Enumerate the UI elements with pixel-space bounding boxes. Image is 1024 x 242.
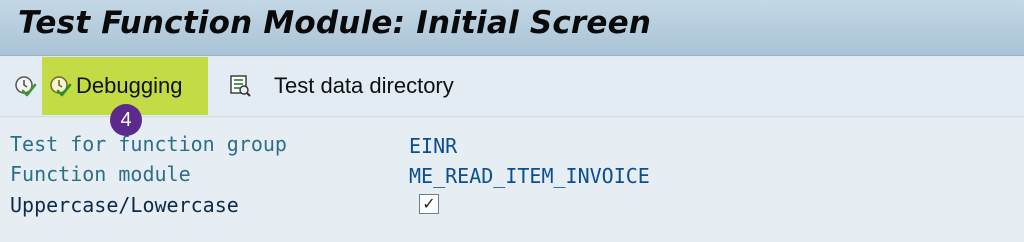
function-module-row: Function module <box>10 160 191 188</box>
selection-area: Test for function group EINR Function mo… <box>0 118 1024 242</box>
function-module-label: Function module <box>10 162 191 186</box>
uppercase-lowercase-row: Uppercase/Lowercase <box>10 191 239 219</box>
execute-button[interactable] <box>10 57 40 115</box>
application-toolbar: Debugging Test data directory <box>0 57 1024 117</box>
test-data-directory-button[interactable]: Test data directory <box>228 57 488 115</box>
checkmark-icon: ✓ <box>422 194 436 213</box>
test-data-directory-label: Test data directory <box>274 73 454 98</box>
debug-execute-icon <box>50 76 72 97</box>
uppercase-lowercase-label: Uppercase/Lowercase <box>10 193 239 217</box>
execute-icon <box>15 76 37 97</box>
title-bar: Test Function Module: Initial Screen <box>0 0 1024 56</box>
debugging-label: Debugging <box>76 73 183 98</box>
function-group-value[interactable]: EINR <box>409 134 457 158</box>
uppercase-lowercase-checkbox[interactable]: ✓ <box>419 194 439 214</box>
test-data-directory-icon <box>230 75 251 97</box>
screen-title: Test Function Module: Initial Screen <box>18 5 652 41</box>
function-module-value[interactable]: ME_READ_ITEM_INVOICE <box>409 164 650 188</box>
step-badge: 4 <box>110 104 142 136</box>
function-group-label: Test for function group <box>10 132 287 156</box>
function-group-row: Test for function group <box>10 130 287 158</box>
